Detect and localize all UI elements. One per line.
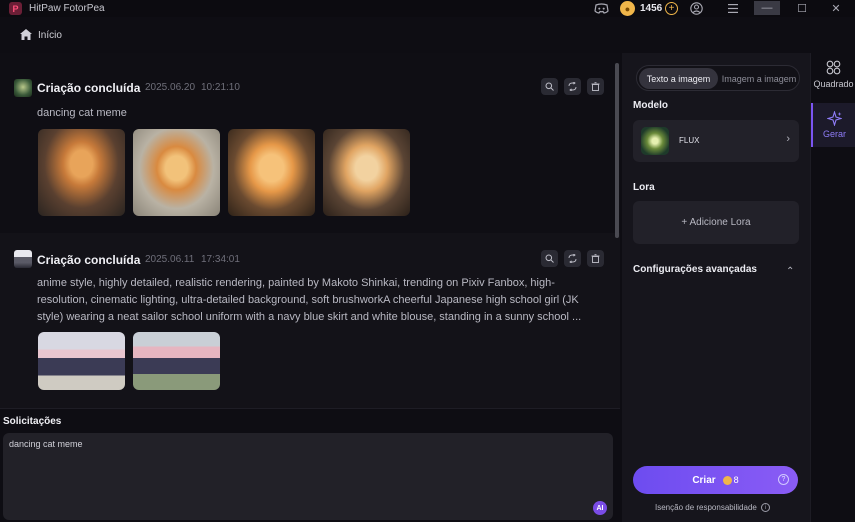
prompt-value: dancing cat meme <box>9 439 83 449</box>
card-avatar <box>14 79 32 97</box>
home-link[interactable]: Início <box>38 30 62 41</box>
rail-item-quadrado[interactable]: Quadrado <box>811 57 855 97</box>
generated-image-3[interactable] <box>228 129 315 216</box>
generation-feed[interactable]: Criação concluída 2025.06.20 10:21:10 da… <box>0 53 620 408</box>
lora-label: Lora <box>633 182 655 193</box>
generated-image-2[interactable] <box>133 129 220 216</box>
card-prompt: dancing cat meme <box>37 107 127 119</box>
rail-label: Gerar <box>822 129 846 139</box>
account-icon[interactable] <box>690 1 703 16</box>
create-label: Criar <box>692 474 716 486</box>
disclaimer-link[interactable]: Isenção de responsabilidade i <box>655 503 770 512</box>
generation-card: Criação concluída 2025.06.20 10:21:10 da… <box>0 53 620 233</box>
card-date: 2025.06.20 <box>145 82 196 93</box>
discord-icon[interactable] <box>594 1 609 16</box>
menu-icon[interactable] <box>728 1 738 16</box>
card-time: 10:21:10 <box>201 82 240 93</box>
generation-card: Criação concluída 2025.06.11 17:34:01 an… <box>0 233 620 408</box>
ai-assist-button[interactable]: AI <box>593 501 607 515</box>
prompt-panel: Solicitações dancing cat meme AI <box>0 408 620 522</box>
refresh-icon <box>568 82 577 91</box>
model-selector[interactable]: FLUX › <box>633 120 799 162</box>
mode-tabs: Texto a imagem Imagem a imagem <box>636 65 800 91</box>
create-cost: 8 <box>733 475 739 485</box>
generated-image-2[interactable] <box>133 332 220 390</box>
create-button[interactable]: Criar 8 ? <box>633 466 798 494</box>
card-date: 2025.06.11 <box>145 254 195 265</box>
right-rail: Quadrado Gerar <box>810 53 855 522</box>
generated-image-4[interactable] <box>323 129 410 216</box>
card-status: Criação concluída <box>37 253 141 267</box>
grid-icon <box>826 60 841 75</box>
card-time: 17:34:01 <box>201 254 240 265</box>
title-bar: P HitPaw FotorPea ● 1456 + — ☐ ✕ <box>0 0 855 17</box>
coin-balance[interactable]: ● <box>620 1 635 16</box>
sparkle-icon <box>827 111 842 126</box>
disclaimer-label: Isenção de responsabilidade <box>655 503 757 512</box>
prompt-input[interactable]: dancing cat meme AI <box>3 433 613 520</box>
tab-text-to-image[interactable]: Texto a imagem <box>639 68 718 89</box>
advanced-settings-toggle[interactable]: Configurações avançadas <box>633 264 757 275</box>
info-icon: i <box>760 503 770 512</box>
refresh-icon <box>568 254 577 263</box>
settings-panel: Texto a imagem Imagem a imagem Modelo FL… <box>622 53 810 522</box>
zoom-button[interactable] <box>541 250 558 267</box>
delete-button[interactable] <box>587 78 604 95</box>
tab-image-to-image[interactable]: Imagem a imagem <box>720 68 798 89</box>
home-icon[interactable] <box>20 29 32 40</box>
regenerate-button[interactable] <box>564 78 581 95</box>
model-thumbnail <box>641 127 669 155</box>
zoom-icon <box>545 254 554 263</box>
trash-icon <box>591 82 600 91</box>
prompt-label: Solicitações <box>3 416 62 427</box>
generated-image-1[interactable] <box>38 332 125 390</box>
minimize-button[interactable]: — <box>754 1 780 15</box>
delete-button[interactable] <box>587 250 604 267</box>
maximize-button[interactable]: ☐ <box>796 1 808 16</box>
zoom-button[interactable] <box>541 78 558 95</box>
rail-label: Quadrado <box>813 79 854 89</box>
plus-icon: + <box>665 2 678 15</box>
chevron-up-icon[interactable]: ⌃ <box>786 266 794 277</box>
breadcrumb: Início <box>0 17 855 53</box>
chevron-right-icon: › <box>786 133 790 145</box>
add-coins-button[interactable]: + <box>665 1 678 16</box>
regenerate-button[interactable] <box>564 250 581 267</box>
model-name: FLUX <box>679 136 700 145</box>
model-label: Modelo <box>633 100 668 111</box>
feed-scrollbar[interactable] <box>615 63 619 238</box>
card-prompt: anime style, highly detailed, realistic … <box>37 277 582 323</box>
card-status: Criação concluída <box>37 81 141 95</box>
card-avatar <box>14 250 32 268</box>
generated-image-1[interactable] <box>38 129 125 216</box>
add-lora-button[interactable]: + Adicione Lora <box>633 201 799 244</box>
coin-icon: ● <box>620 1 635 16</box>
app-title: HitPaw FotorPea <box>29 3 105 14</box>
coin-icon <box>722 475 732 485</box>
coin-count: 1456 <box>640 3 663 14</box>
rail-item-gerar[interactable]: Gerar <box>811 103 855 147</box>
trash-icon <box>591 254 600 263</box>
zoom-icon <box>545 82 554 91</box>
app-logo: P <box>9 2 22 15</box>
help-icon[interactable]: ? <box>778 474 789 485</box>
close-button[interactable]: ✕ <box>830 1 842 16</box>
